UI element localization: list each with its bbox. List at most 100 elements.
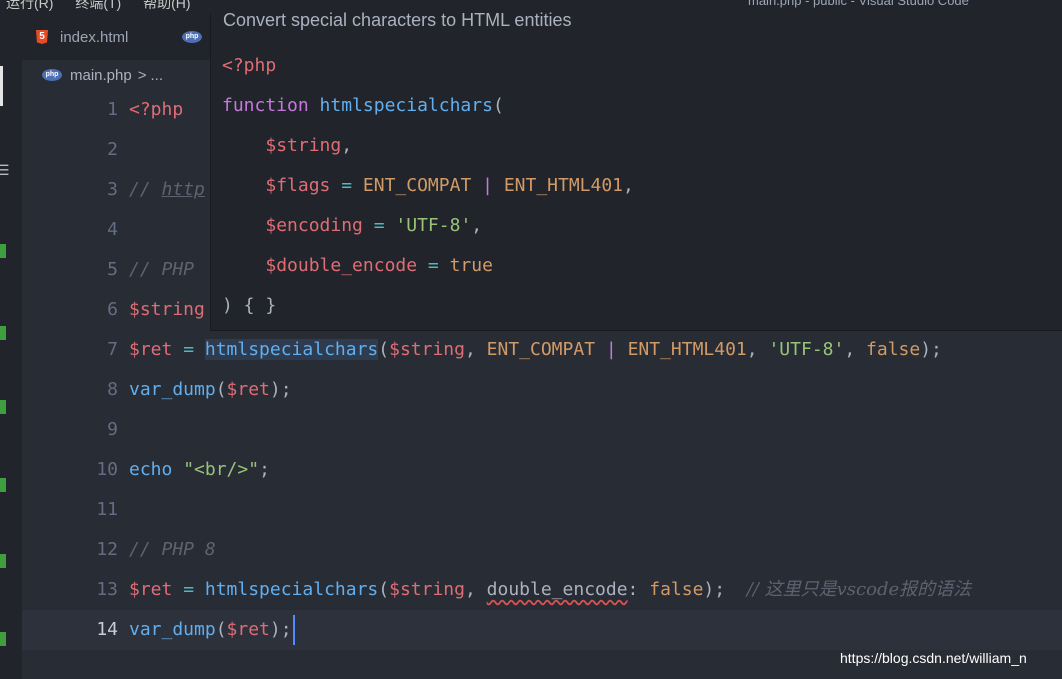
code-text: // PHP — [129, 250, 194, 290]
code-token: htmlspecialchars — [319, 95, 493, 116]
code-token: , — [746, 339, 769, 360]
status-badge — [0, 326, 6, 340]
line-number: 7 — [107, 339, 118, 360]
code-token: ENT_COMPAT — [486, 339, 596, 360]
line-number: 12 — [96, 539, 118, 560]
code-token: 'UTF-8' — [768, 339, 845, 360]
hover-signature-line: $string, — [222, 126, 352, 166]
code-token: htmlspecialchars — [204, 339, 379, 360]
code-token: http — [161, 179, 205, 200]
line-number: 1 — [107, 99, 118, 120]
code-token: ) { } — [222, 295, 277, 316]
hover-signature-line: function htmlspecialchars( — [222, 86, 504, 126]
php-icon: php — [182, 31, 202, 43]
line-number: 10 — [96, 459, 118, 480]
code-token: false — [649, 579, 704, 600]
active-indicator — [0, 66, 3, 106]
code-token: $ret — [226, 379, 270, 400]
code-token: $ret — [129, 579, 173, 600]
breadcrumb-symbol[interactable]: ... — [150, 67, 163, 84]
line-number: 5 — [107, 259, 118, 280]
line-number: 8 — [107, 379, 118, 400]
code-token: = — [417, 255, 450, 276]
menu-run[interactable]: 运行(R) — [6, 0, 53, 11]
code-token: ( — [215, 379, 227, 400]
code-token: = — [330, 175, 363, 196]
code-token: ( — [492, 95, 504, 116]
code-line[interactable]: 12 // PHP 8 — [22, 530, 1062, 570]
code-token: : — [627, 579, 650, 600]
code-token: function — [222, 95, 309, 116]
html5-icon: 5 — [36, 30, 48, 44]
line-number: 4 — [107, 219, 118, 240]
menu-terminal[interactable]: 终端(T) — [75, 0, 121, 11]
activity-bar: ☰ — [0, 14, 22, 679]
code-line[interactable]: 7 $ret = htmlspecialchars($string, ENT_CO… — [22, 330, 1062, 370]
code-text: var_dump($ret); — [129, 370, 292, 410]
code-token: , — [341, 135, 353, 156]
line-number: 3 — [107, 179, 118, 200]
line-number: 6 — [107, 299, 118, 320]
code-token: htmlspecialchars — [204, 579, 379, 600]
code-token: , — [623, 175, 634, 196]
code-token: $flags — [265, 175, 331, 196]
status-badge — [0, 554, 6, 568]
code-token: = — [172, 339, 205, 360]
code-token: = — [362, 215, 396, 236]
code-token: ( — [378, 579, 390, 600]
code-token: $ret — [129, 339, 173, 360]
menu-help[interactable]: 帮助(H) — [143, 0, 190, 11]
code-token: , — [464, 339, 487, 360]
status-badge — [0, 632, 6, 646]
code-line[interactable]: 14 var_dump($ret); — [22, 610, 1062, 650]
code-line[interactable]: 9 — [22, 410, 1062, 450]
code-text: // http — [129, 170, 205, 210]
line-number: 11 — [96, 499, 118, 520]
breadcrumb-file[interactable]: main.php — [70, 67, 132, 84]
code-token: $string — [389, 579, 465, 600]
tab-index-html[interactable]: 5 index.html — [36, 14, 128, 60]
code-line[interactable]: 8 var_dump($ret); — [22, 370, 1062, 410]
tab-php[interactable]: php — [182, 14, 210, 60]
code-text: // PHP 8 — [129, 530, 216, 570]
line-number: 14 — [96, 619, 118, 640]
code-token: $ret — [226, 619, 270, 640]
hover-signature-line: $encoding = 'UTF-8', — [222, 206, 482, 246]
code-token: $double_encode — [265, 255, 418, 276]
code-token: | — [605, 339, 617, 360]
code-token: $string — [129, 299, 205, 320]
line-number: 9 — [107, 419, 118, 440]
explorer-icon[interactable]: ☰ — [0, 162, 10, 179]
code-token: // PHP — [129, 259, 195, 280]
code-line[interactable]: 10 echo "<br/>"; — [22, 450, 1062, 490]
text-cursor — [292, 615, 295, 645]
code-token: <?php — [222, 55, 277, 76]
hover-signature-line: ) { } — [222, 286, 276, 326]
status-badge — [0, 400, 6, 414]
code-token: ); — [703, 579, 747, 600]
code-token: <?php — [129, 99, 184, 120]
code-text: $string — [129, 290, 205, 330]
code-token: // — [129, 179, 162, 200]
code-line[interactable]: 13 $ret = htmlspecialchars($string, doubl… — [22, 570, 1062, 610]
code-token: ; — [259, 459, 270, 480]
code-token: , — [471, 215, 483, 236]
hover-signature-line: <?php — [222, 46, 276, 86]
code-token: var_dump — [129, 379, 216, 400]
line-number: 2 — [107, 139, 118, 160]
code-token: $string — [265, 135, 342, 156]
code-token: ENT_COMPAT — [362, 175, 472, 196]
watermark: https://blog.csdn.net/william_n — [840, 650, 1027, 666]
code-token: double_encode — [486, 579, 628, 600]
code-line[interactable]: 11 — [22, 490, 1062, 530]
tab-label: index.html — [60, 28, 129, 46]
code-text: <?php — [129, 90, 183, 130]
hover-signature-line: $double_encode = true — [222, 246, 493, 286]
